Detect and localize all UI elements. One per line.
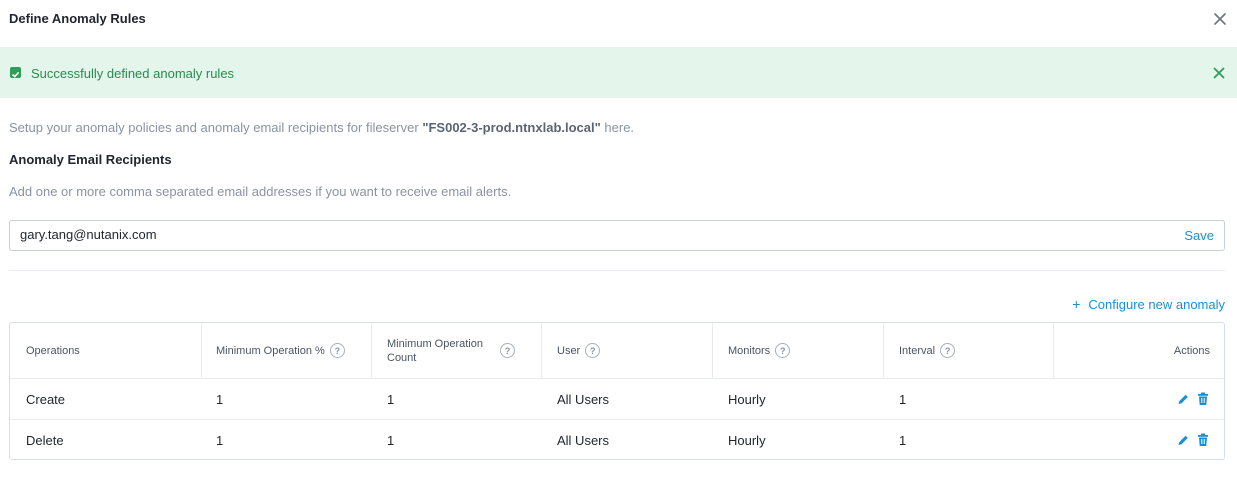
cell-interval: 1 bbox=[899, 391, 907, 407]
edit-icon[interactable] bbox=[1176, 391, 1190, 407]
header-interval: Interval? bbox=[899, 323, 956, 378]
dialog-header: Define Anomaly Rules bbox=[0, 0, 1237, 40]
delete-icon[interactable] bbox=[1196, 391, 1210, 407]
intro-prefix: Setup your anomaly policies and anomaly … bbox=[9, 120, 423, 135]
cell-min-count: 1 bbox=[387, 391, 395, 407]
cell-min-pct: 1 bbox=[216, 391, 224, 407]
cell-min-count: 1 bbox=[387, 432, 395, 448]
header-monitors: Monitors? bbox=[728, 323, 791, 378]
header-min-count: Minimum Operation Count ? bbox=[387, 323, 515, 378]
cell-operation: Create bbox=[26, 391, 66, 407]
fileserver-name: "FS002-3-prod.ntnxlab.local" bbox=[422, 120, 601, 135]
alert-close-icon[interactable] bbox=[1212, 66, 1226, 80]
checkbox-success-icon bbox=[10, 67, 21, 78]
help-icon[interactable]: ? bbox=[585, 343, 601, 358]
divider bbox=[9, 270, 1225, 271]
table-header: Operations Minimum Operation %? Minimum … bbox=[10, 323, 1224, 379]
cell-monitors: Hourly bbox=[728, 432, 766, 448]
header-actions: Actions bbox=[1173, 344, 1210, 357]
configure-label: Configure new anomaly bbox=[1088, 297, 1225, 312]
cell-min-pct: 1 bbox=[216, 432, 224, 448]
recipients-title: Anomaly Email Recipients bbox=[9, 152, 172, 167]
help-icon[interactable]: ? bbox=[329, 343, 345, 358]
help-icon[interactable]: ? bbox=[499, 343, 515, 358]
table-row: Create 1 1 All Users Hourly 1 bbox=[10, 379, 1224, 420]
intro-text: Setup your anomaly policies and anomaly … bbox=[9, 120, 634, 135]
header-min-pct: Minimum Operation %? bbox=[216, 323, 345, 378]
cell-user: All Users bbox=[557, 391, 610, 407]
email-field-container: Save bbox=[9, 220, 1225, 251]
table-row: Delete 1 1 All Users Hourly 1 bbox=[10, 420, 1224, 460]
help-icon[interactable]: ? bbox=[775, 343, 791, 358]
dialog-title: Define Anomaly Rules bbox=[9, 11, 146, 26]
intro-suffix: here. bbox=[600, 120, 635, 135]
close-icon[interactable] bbox=[1211, 10, 1229, 28]
help-icon[interactable]: ? bbox=[940, 343, 956, 358]
recipients-help: Add one or more comma separated email ad… bbox=[9, 184, 512, 199]
anomaly-rules-table: Operations Minimum Operation %? Minimum … bbox=[9, 322, 1225, 460]
alert-message: Successfully defined anomaly rules bbox=[31, 66, 235, 81]
edit-icon[interactable] bbox=[1176, 432, 1190, 448]
cell-interval: 1 bbox=[899, 432, 907, 448]
cell-monitors: Hourly bbox=[728, 391, 766, 407]
cell-operation: Delete bbox=[26, 432, 64, 448]
success-alert: Successfully defined anomaly rules bbox=[0, 47, 1237, 98]
delete-icon[interactable] bbox=[1196, 432, 1210, 448]
email-field[interactable] bbox=[20, 227, 1120, 242]
configure-new-anomaly-button[interactable]: + Configure new anomaly bbox=[1072, 296, 1225, 312]
row-actions bbox=[1176, 432, 1210, 448]
plus-icon: + bbox=[1072, 296, 1081, 312]
header-user: User? bbox=[557, 323, 601, 378]
row-actions bbox=[1176, 391, 1210, 407]
header-operations: Operations bbox=[26, 344, 80, 357]
cell-user: All Users bbox=[557, 432, 610, 448]
save-button[interactable]: Save bbox=[1184, 228, 1214, 243]
